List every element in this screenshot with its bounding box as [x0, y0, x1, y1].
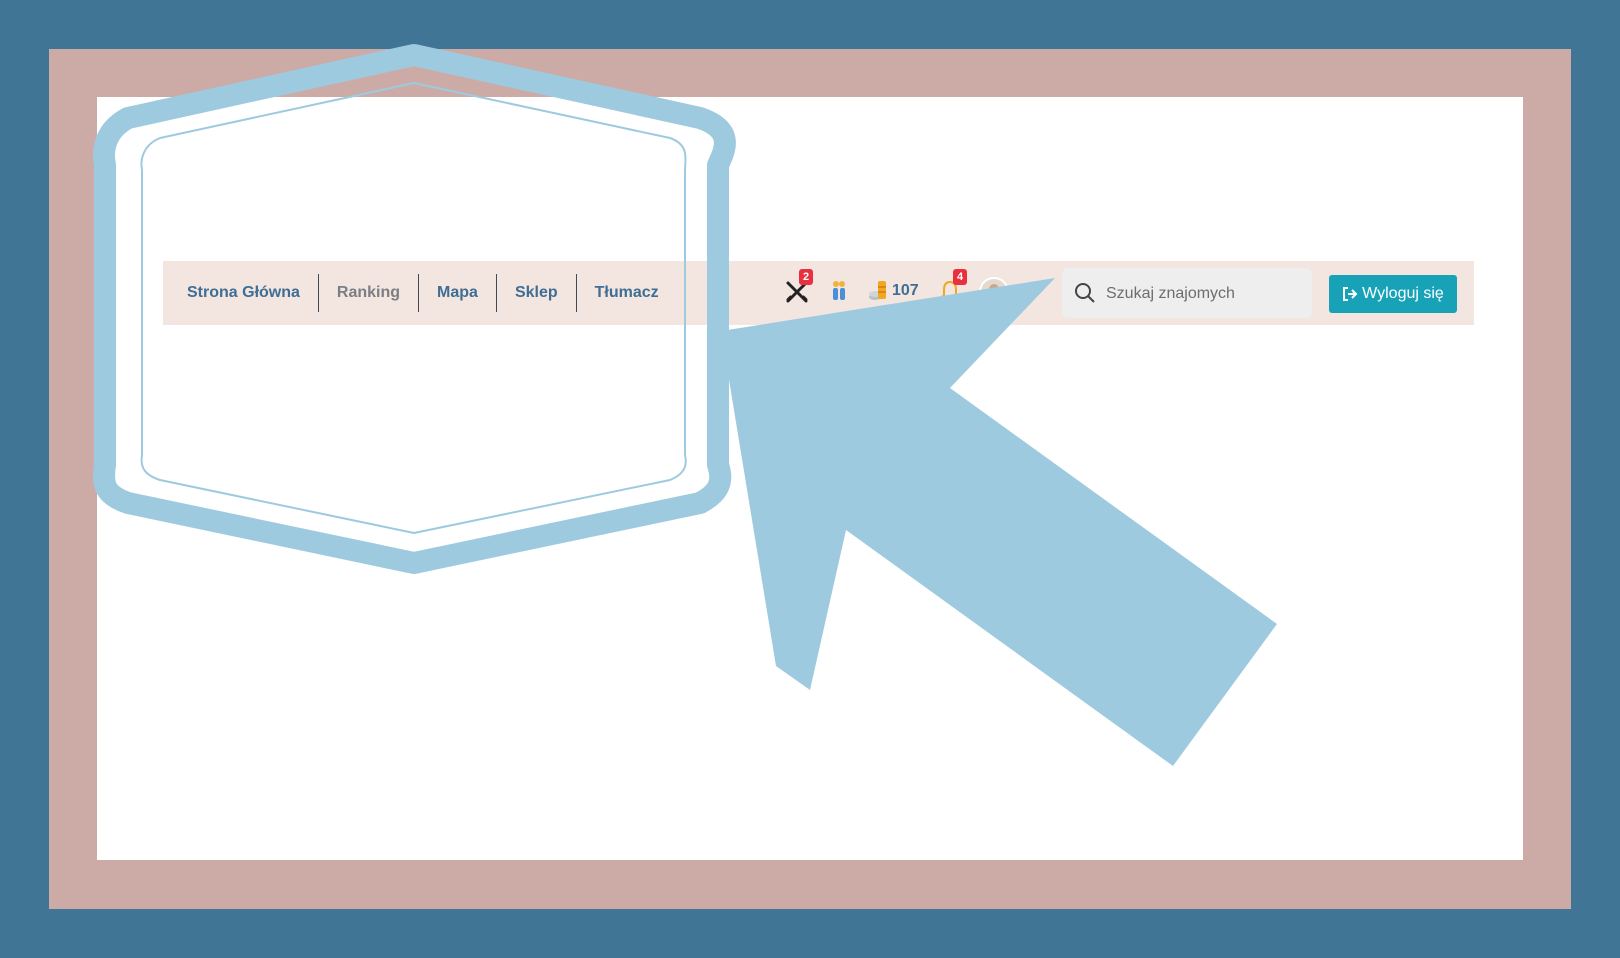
notifications-button[interactable]: 4: [938, 269, 967, 304]
search-input[interactable]: [1104, 268, 1308, 320]
nav-item-map[interactable]: Mapa: [418, 274, 496, 312]
people-icon: [833, 281, 845, 300]
page-content: [97, 97, 1523, 860]
nav-item-translator[interactable]: Tłumacz: [575, 274, 677, 312]
nav-item-home[interactable]: Strona Główna: [163, 274, 318, 312]
sign-out-icon: [1343, 287, 1358, 301]
coins-display[interactable]: 107: [868, 278, 919, 304]
logout-label: Wyloguj się: [1362, 285, 1444, 302]
nav-item-shop[interactable]: Sklep: [495, 274, 576, 312]
coins-count: 107: [892, 282, 919, 299]
coins-icon: [869, 281, 886, 300]
notifications-badge: 4: [953, 269, 967, 285]
avatar[interactable]: [979, 277, 1009, 307]
battles-badge: 2: [799, 269, 813, 285]
nav-item-ranking[interactable]: Ranking: [317, 274, 418, 312]
nav-links: Strona Główna Ranking Mapa Sklep Tłumacz: [163, 261, 677, 325]
user-avatar-icon: [985, 284, 1003, 303]
search-box: [1062, 268, 1312, 320]
battles-button[interactable]: 2: [785, 269, 813, 306]
friends-button[interactable]: [831, 280, 847, 304]
search-icon: [1075, 283, 1095, 303]
logout-button[interactable]: Wyloguj się: [1329, 275, 1457, 313]
